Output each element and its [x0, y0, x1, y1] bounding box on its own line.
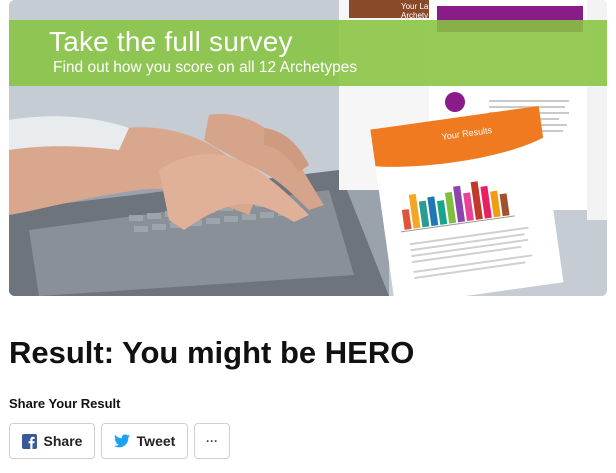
- document-label-line-1: Your La: [401, 2, 429, 11]
- more-options-icon: ···: [206, 434, 218, 448]
- twitter-tweet-button[interactable]: Tweet: [101, 423, 188, 459]
- banner-subtitle: Find out how you score on all 12 Archety…: [53, 59, 358, 76]
- result-heading: Result: You might be HERO: [9, 335, 415, 370]
- facebook-share-label: Share: [43, 433, 83, 449]
- banner-title: Take the full survey: [49, 26, 293, 57]
- facebook-icon: [21, 433, 37, 449]
- survey-banner[interactable]: Your La Archety Take the full survey Fin…: [9, 0, 607, 296]
- facebook-share-button[interactable]: Share: [9, 423, 95, 459]
- more-share-options-button[interactable]: ···: [194, 423, 230, 459]
- document-label-line-2: Archety: [401, 11, 429, 20]
- twitter-bird-icon: [113, 434, 130, 448]
- share-section-title: Share Your Result: [9, 396, 121, 411]
- twitter-tweet-label: Tweet: [136, 433, 176, 449]
